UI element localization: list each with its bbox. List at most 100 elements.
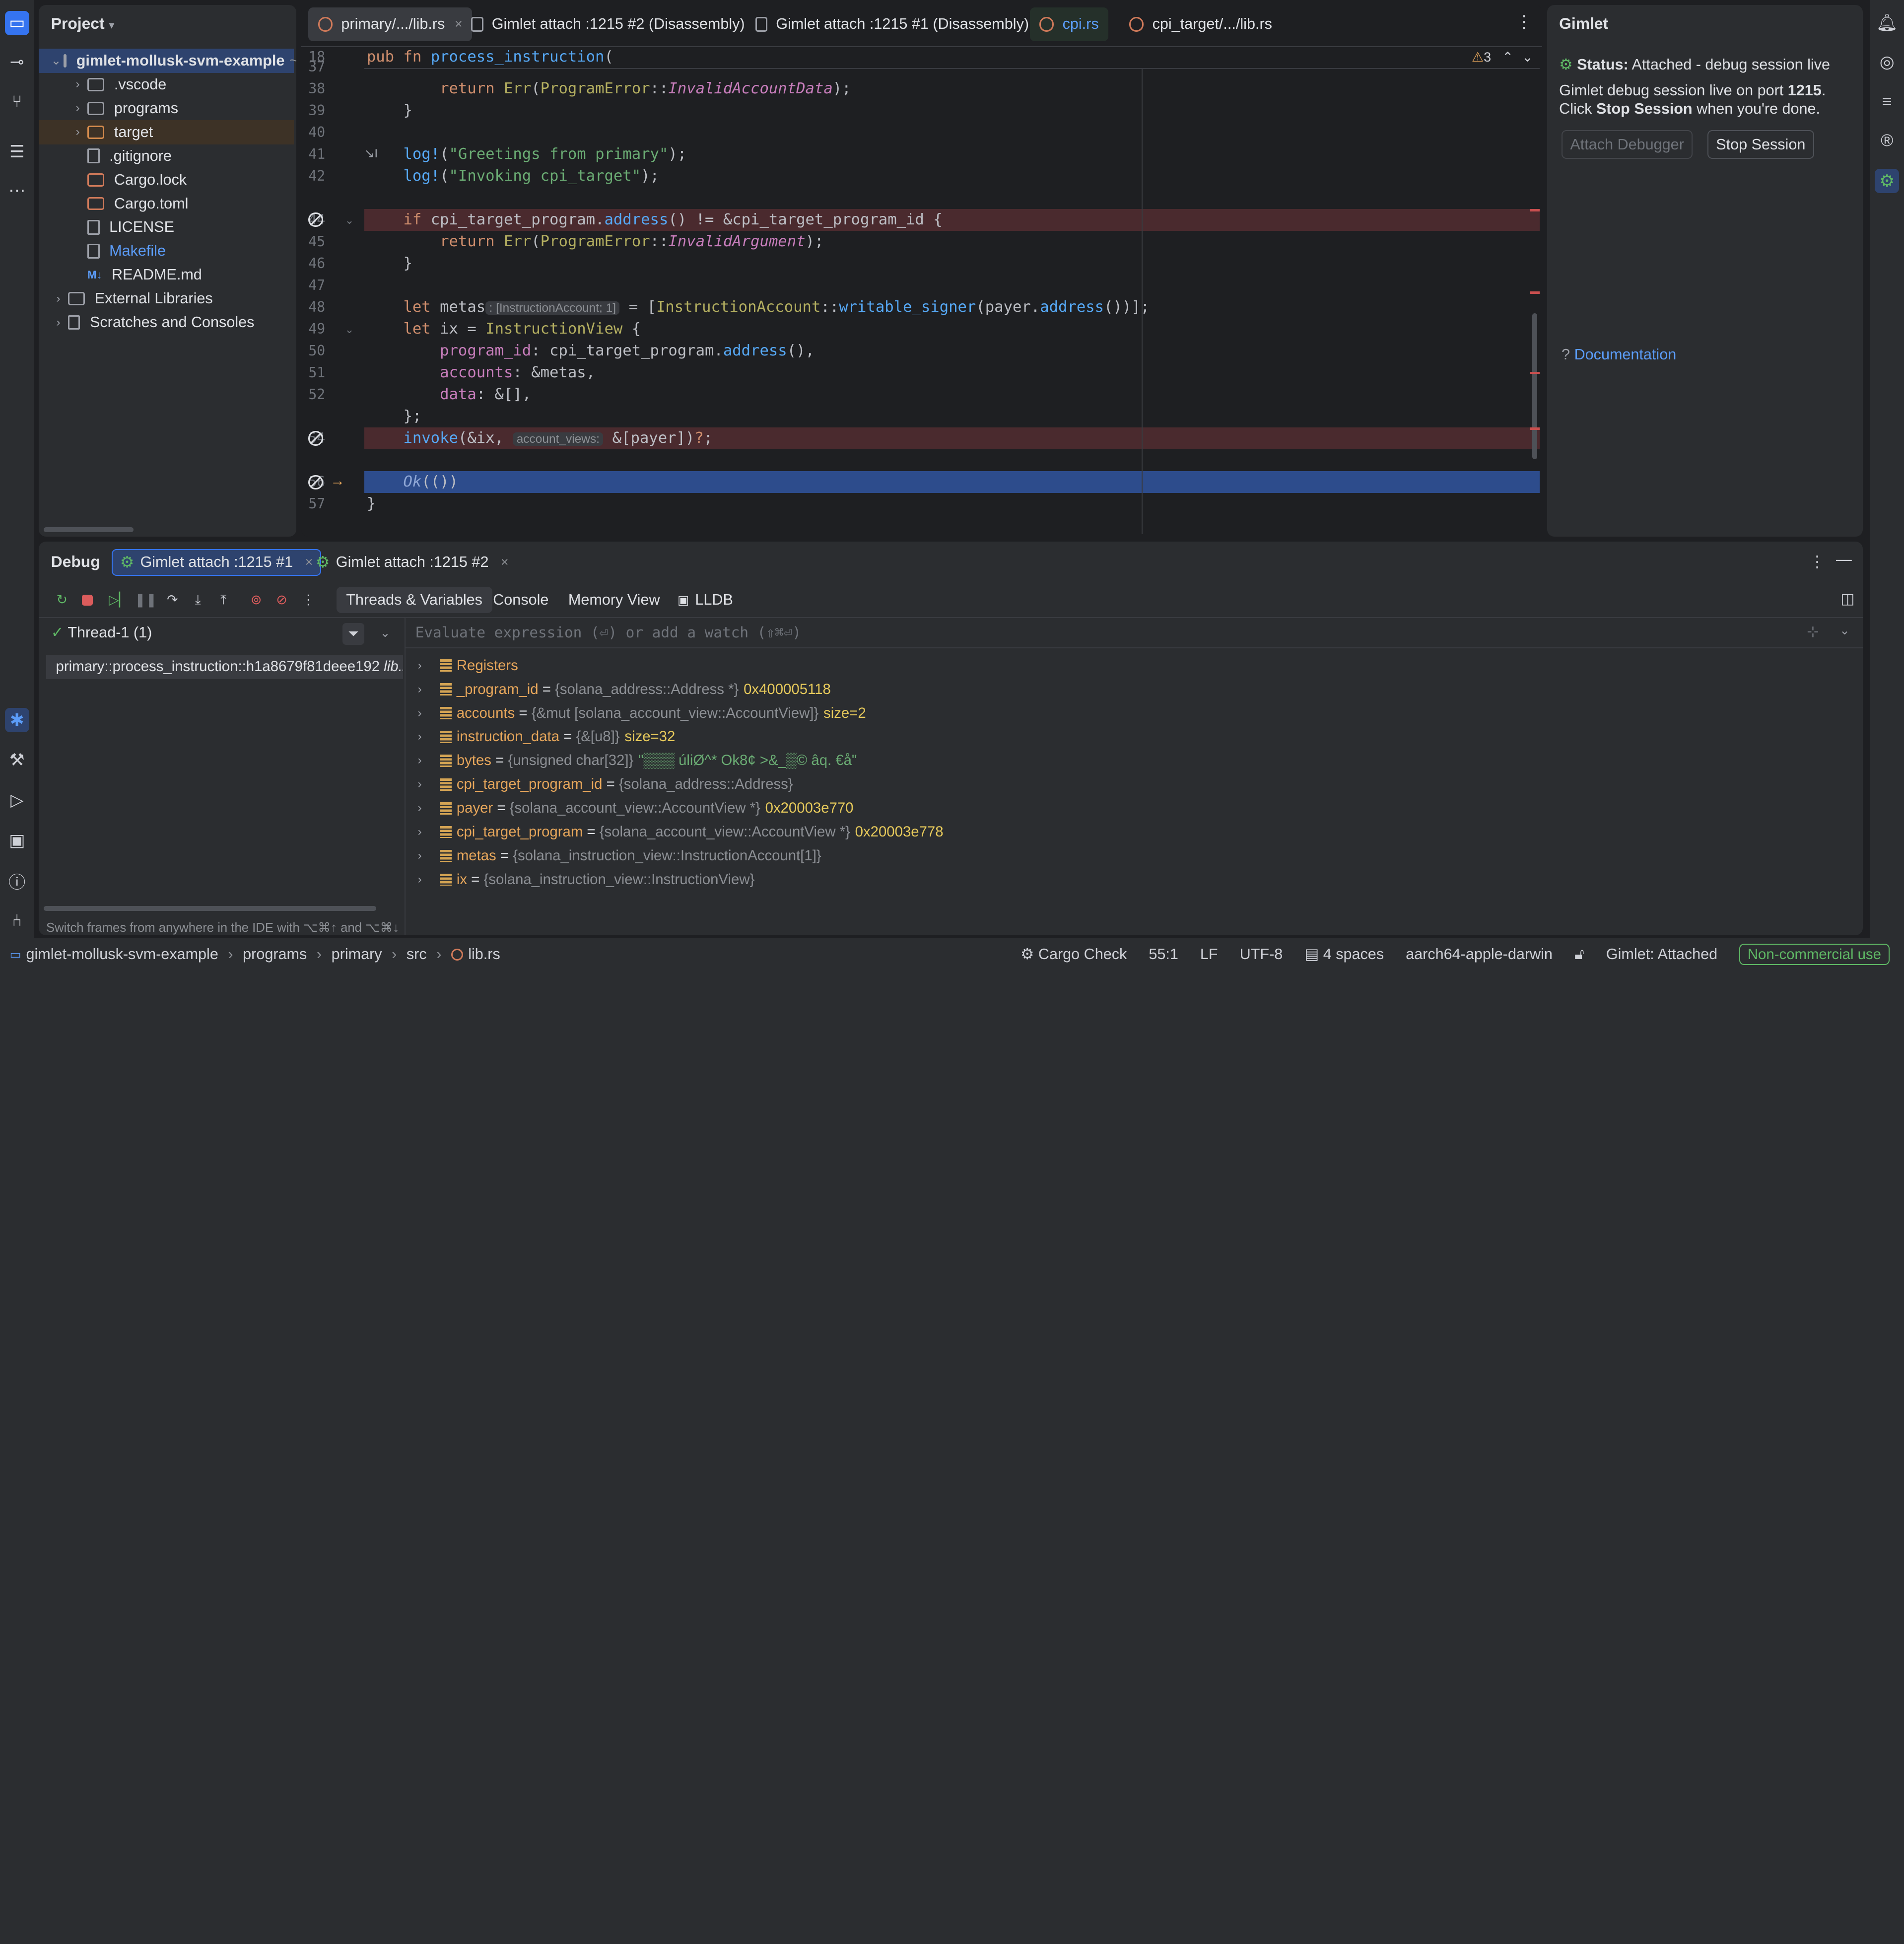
debug-session-tab-1[interactable]: ⚙ Gimlet attach :1215 #1 × [112,549,321,576]
editor-vertical-scrollbar[interactable] [1532,313,1538,459]
view-breakpoints-icon[interactable]: ⊚ [247,590,266,610]
line-ending[interactable]: LF [1200,946,1218,963]
add-watch-icon[interactable]: ⊹ [1807,623,1819,640]
variable-row[interactable]: › accounts = {&mut [solana_account_view::… [418,701,866,725]
frames-scrollbar[interactable] [44,906,377,911]
layout-icon[interactable]: ◫ [1841,590,1855,608]
tab-threads-variables[interactable]: Threads & Variables [336,586,492,614]
gimlet-gear-icon[interactable]: ⚙ [1875,169,1900,193]
debug-bug-icon[interactable]: ✱ [4,708,29,733]
variable-row[interactable]: › _program_id = {solana_address::Address … [418,677,831,701]
chevron-down-icon[interactable]: ⌄ [1522,50,1533,65]
stop-icon[interactable] [78,590,97,610]
gimlet-status-widget[interactable]: Gimlet: Attached [1606,946,1717,963]
project-panel-title[interactable]: Project ▾ [51,14,115,33]
evaluate-expression-input[interactable]: Evaluate expression (⏎) or add a watch (… [415,624,801,641]
tree-item[interactable]: Makefile [39,239,294,263]
tree-item[interactable]: › Scratches and Consoles [39,310,294,335]
tree-item[interactable]: › programs [39,96,294,121]
variable-row[interactable]: › metas = {solana_instruction_view::Instr… [418,844,821,868]
breakpoint-icon[interactable] [308,431,323,446]
breadcrumb-item[interactable]: programs [243,946,307,963]
resume-icon[interactable]: ▷▏ [109,590,129,610]
documentation-link[interactable]: ? Documentation [1562,346,1676,363]
license-badge[interactable]: Non-commercial use [1739,944,1890,966]
step-over-icon[interactable]: ↷ [163,590,182,610]
editor-tab[interactable]: primary/.../lib.rs × [308,7,473,42]
tree-item[interactable]: › .vscode [39,72,294,97]
pull-request-icon[interactable]: ⑂ [5,90,29,114]
tree-item[interactable]: Cargo.toml [39,192,294,216]
chevron-right-icon[interactable]: › [418,706,440,720]
structure-icon[interactable]: ☰ [5,139,29,164]
error-marker[interactable] [1530,427,1540,430]
editor-tab[interactable]: cpi.rs [1029,7,1109,42]
error-marker[interactable] [1530,291,1540,294]
editor-tab[interactable]: Gimlet attach :1215 #1 (Disassembly) [746,7,1039,41]
variable-row[interactable]: › ix = {solana_instruction_view::Instruct… [418,868,755,892]
stop-session-button[interactable]: Stop Session [1707,130,1814,159]
chevron-right-icon[interactable]: › [418,777,440,791]
close-icon[interactable]: × [385,920,392,934]
fold-chevron-icon[interactable]: ⌄ [345,323,354,336]
services-icon[interactable]: ▷ [5,788,29,813]
rerun-icon[interactable]: ↻ [52,590,71,610]
variable-row[interactable]: › cpi_target_program = {solana_account_vi… [418,820,944,844]
rust-icon[interactable]: ® [1875,129,1899,153]
chevron-right-icon[interactable]: › [418,801,440,815]
debug-toolbar-more-icon[interactable]: ⋮ [299,590,318,610]
terminal-icon[interactable]: ▣ [5,828,29,852]
tree-item[interactable]: › target [39,120,294,144]
chevron-down-icon[interactable]: ⌄ [1839,623,1850,638]
editor-tab[interactable]: Gimlet attach :1215 #2 (Disassembly) [462,7,755,41]
chevron-right-icon[interactable]: › [418,730,440,744]
fold-chevron-icon[interactable]: ⌄ [345,214,354,227]
chevron-down-icon[interactable]: ⌄ [380,625,391,640]
mute-breakpoints-icon[interactable]: ⊘ [272,590,291,610]
tree-item[interactable]: .gitignore [39,144,294,168]
horizontal-scrollbar[interactable] [44,527,134,532]
problems-icon[interactable]: ⓘ [5,868,29,893]
tab-console[interactable]: Console [483,587,558,614]
step-into-icon[interactable]: ⤓ [188,590,207,610]
step-out-icon[interactable]: ⤒ [214,590,233,610]
breakpoint-icon[interactable] [308,475,323,489]
debug-session-tab-2[interactable]: ⚙ Gimlet attach :1215 #2 × [308,549,516,576]
variable-row[interactable]: › payer = {solana_account_view::AccountVi… [418,796,854,821]
chevron-right-icon[interactable]: › [418,873,440,887]
tab-memory-view[interactable]: Memory View [558,587,670,614]
tree-item[interactable]: Cargo.lock [39,168,294,192]
filter-icon[interactable]: ⏷ [342,623,364,645]
chevron-right-icon[interactable]: › [418,849,440,863]
chevron-icon[interactable]: › [70,77,85,91]
git-icon[interactable]: ⑃ [5,908,29,933]
minimize-icon[interactable]: — [1836,550,1852,568]
commit-icon[interactable]: ⊸ [5,50,29,74]
chevron-right-icon[interactable]: › [418,825,440,839]
error-marker[interactable] [1530,208,1540,211]
breadcrumb-item[interactable]: primary [332,946,382,963]
ai-assistant-icon[interactable]: ◎ [1875,50,1899,74]
variable-row[interactable]: › bytes = {unsigned char[32]} "▒▒▒ úliØ^* … [418,749,857,773]
tree-item[interactable]: LICENSE [39,215,294,239]
tree-item[interactable]: ⌄ gimlet-mollusk-svm-example~/ [39,48,296,73]
variable-row[interactable]: › Registers [418,653,518,678]
database-icon[interactable]: ≡ [1875,90,1899,114]
thread-selector[interactable]: ✓ Thread-1 (1) [51,624,152,641]
chevron-right-icon[interactable]: › [418,659,440,673]
breadcrumb-item[interactable]: lib.rs [468,946,500,963]
chevron-up-icon[interactable]: ⌃ [1502,50,1513,65]
more-tools-icon[interactable]: ⋯ [5,179,29,203]
attach-debugger-button[interactable]: Attach Debugger [1562,130,1693,159]
tab-lldb[interactable]: ▣ LLDB [668,587,743,614]
close-icon[interactable]: × [501,555,509,570]
caret-position[interactable]: 55:1 [1149,946,1178,963]
project-folder-icon[interactable]: ▭ [4,11,29,35]
cargo-check-widget[interactable]: ⚙ Cargo Check [1020,946,1127,963]
editor-tab[interactable]: cpi_target/.../lib.rs [1120,7,1282,41]
debug-more-icon[interactable]: ⋮ [1809,553,1825,571]
chevron-right-icon[interactable]: › [418,683,440,696]
chevron-icon[interactable]: › [51,316,66,330]
chevron-icon[interactable]: › [51,292,66,306]
breadcrumb-item[interactable]: src [407,946,427,963]
